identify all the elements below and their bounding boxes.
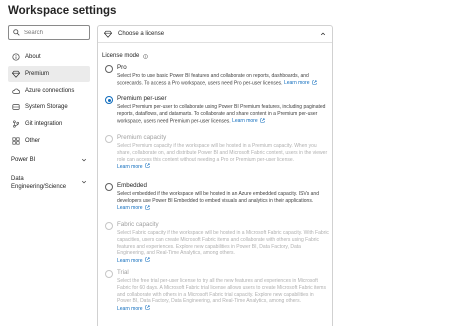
sidebar-item-git-integration[interactable]: Git integration xyxy=(8,116,90,132)
option-description: Select Premium capacity if the workspace… xyxy=(117,143,328,170)
sidebar-item-label: About xyxy=(25,54,41,60)
sidebar-group-power-bi[interactable]: Power BI xyxy=(11,157,87,163)
option-description: Select Fabric capacity if the workspace … xyxy=(117,230,329,264)
sidebar-group-label: Power BI xyxy=(11,157,36,163)
learn-more-link[interactable]: Learn more xyxy=(117,163,150,170)
external-link-icon xyxy=(311,80,317,85)
diamond-icon xyxy=(104,30,112,38)
external-link-icon xyxy=(145,163,150,168)
option-title: Pro xyxy=(117,64,127,71)
sidebar-item-other[interactable]: Other xyxy=(8,133,90,149)
external-link-icon xyxy=(145,305,150,310)
learn-more-link[interactable]: Learn more xyxy=(117,205,150,211)
git-icon xyxy=(12,120,20,128)
radio-embedded[interactable] xyxy=(105,183,113,191)
search-box[interactable] xyxy=(8,25,90,40)
sidebar-item-about[interactable]: About xyxy=(8,49,90,65)
option-title: Premium per-user xyxy=(117,95,167,102)
option-title: Trial xyxy=(117,269,129,276)
sidebar-item-label: Premium xyxy=(25,70,50,77)
diamond-icon xyxy=(12,70,20,78)
sidebar-item-azure-connections[interactable]: Azure connections xyxy=(8,83,90,99)
radio-premium-per-user[interactable] xyxy=(105,96,113,104)
license-panel: Choose a license License mode Pro Select… xyxy=(97,25,333,326)
option-title: Embedded xyxy=(117,182,147,189)
cloud-icon xyxy=(12,87,20,95)
license-panel-title: Choose a license xyxy=(118,31,165,37)
external-link-icon xyxy=(145,205,150,210)
radio-trial xyxy=(105,270,113,278)
external-link-icon xyxy=(145,257,150,262)
option-description: Select Pro to use basic Power BI feature… xyxy=(117,73,329,87)
sidebar-item-label: Azure connections xyxy=(25,87,75,94)
chevron-down-icon xyxy=(81,180,87,184)
chevron-up-icon[interactable] xyxy=(320,31,326,37)
sidebar-item-label: Other xyxy=(25,137,41,144)
storage-icon xyxy=(12,103,20,111)
option-description: Select the free trial per-user license t… xyxy=(117,278,326,312)
info-icon[interactable] xyxy=(143,53,149,59)
sidebar-item-label: System Storage xyxy=(25,104,68,111)
license-mode-label: License mode xyxy=(102,53,149,59)
external-link-icon xyxy=(260,118,265,123)
sidebar-nav: About Premium Azure connections System S… xyxy=(8,49,90,150)
license-panel-header[interactable]: Choose a license xyxy=(98,26,332,43)
learn-more-link[interactable]: Learn more xyxy=(117,257,150,264)
radio-premium-capacity xyxy=(105,135,113,143)
sidebar-item-label: Git integration xyxy=(25,121,63,128)
page-title: Workspace settings xyxy=(8,5,117,17)
grid-icon xyxy=(12,137,20,145)
sidebar-item-system-storage[interactable]: System Storage xyxy=(8,99,90,115)
option-title: Premium capacity xyxy=(117,134,167,141)
info-icon xyxy=(12,53,20,61)
sidebar-group-label: Data Engineering/Science xyxy=(11,176,67,190)
learn-more-link[interactable]: Learn more xyxy=(284,80,317,86)
radio-pro[interactable] xyxy=(105,65,113,73)
search-icon xyxy=(13,29,20,36)
option-description: Select Premium per-user to collaborate u… xyxy=(117,104,326,125)
search-input[interactable] xyxy=(24,29,86,36)
chevron-down-icon xyxy=(81,158,87,162)
option-title: Fabric capacity xyxy=(117,221,159,228)
learn-more-link[interactable]: Learn more xyxy=(117,305,150,312)
sidebar-group-data-engineering[interactable]: Data Engineering/Science xyxy=(11,175,87,191)
radio-fabric-capacity xyxy=(105,222,113,230)
option-description: Select embedded if the workspace will be… xyxy=(117,191,319,212)
learn-more-link[interactable]: Learn more xyxy=(232,118,265,124)
sidebar-item-premium[interactable]: Premium xyxy=(8,65,90,82)
